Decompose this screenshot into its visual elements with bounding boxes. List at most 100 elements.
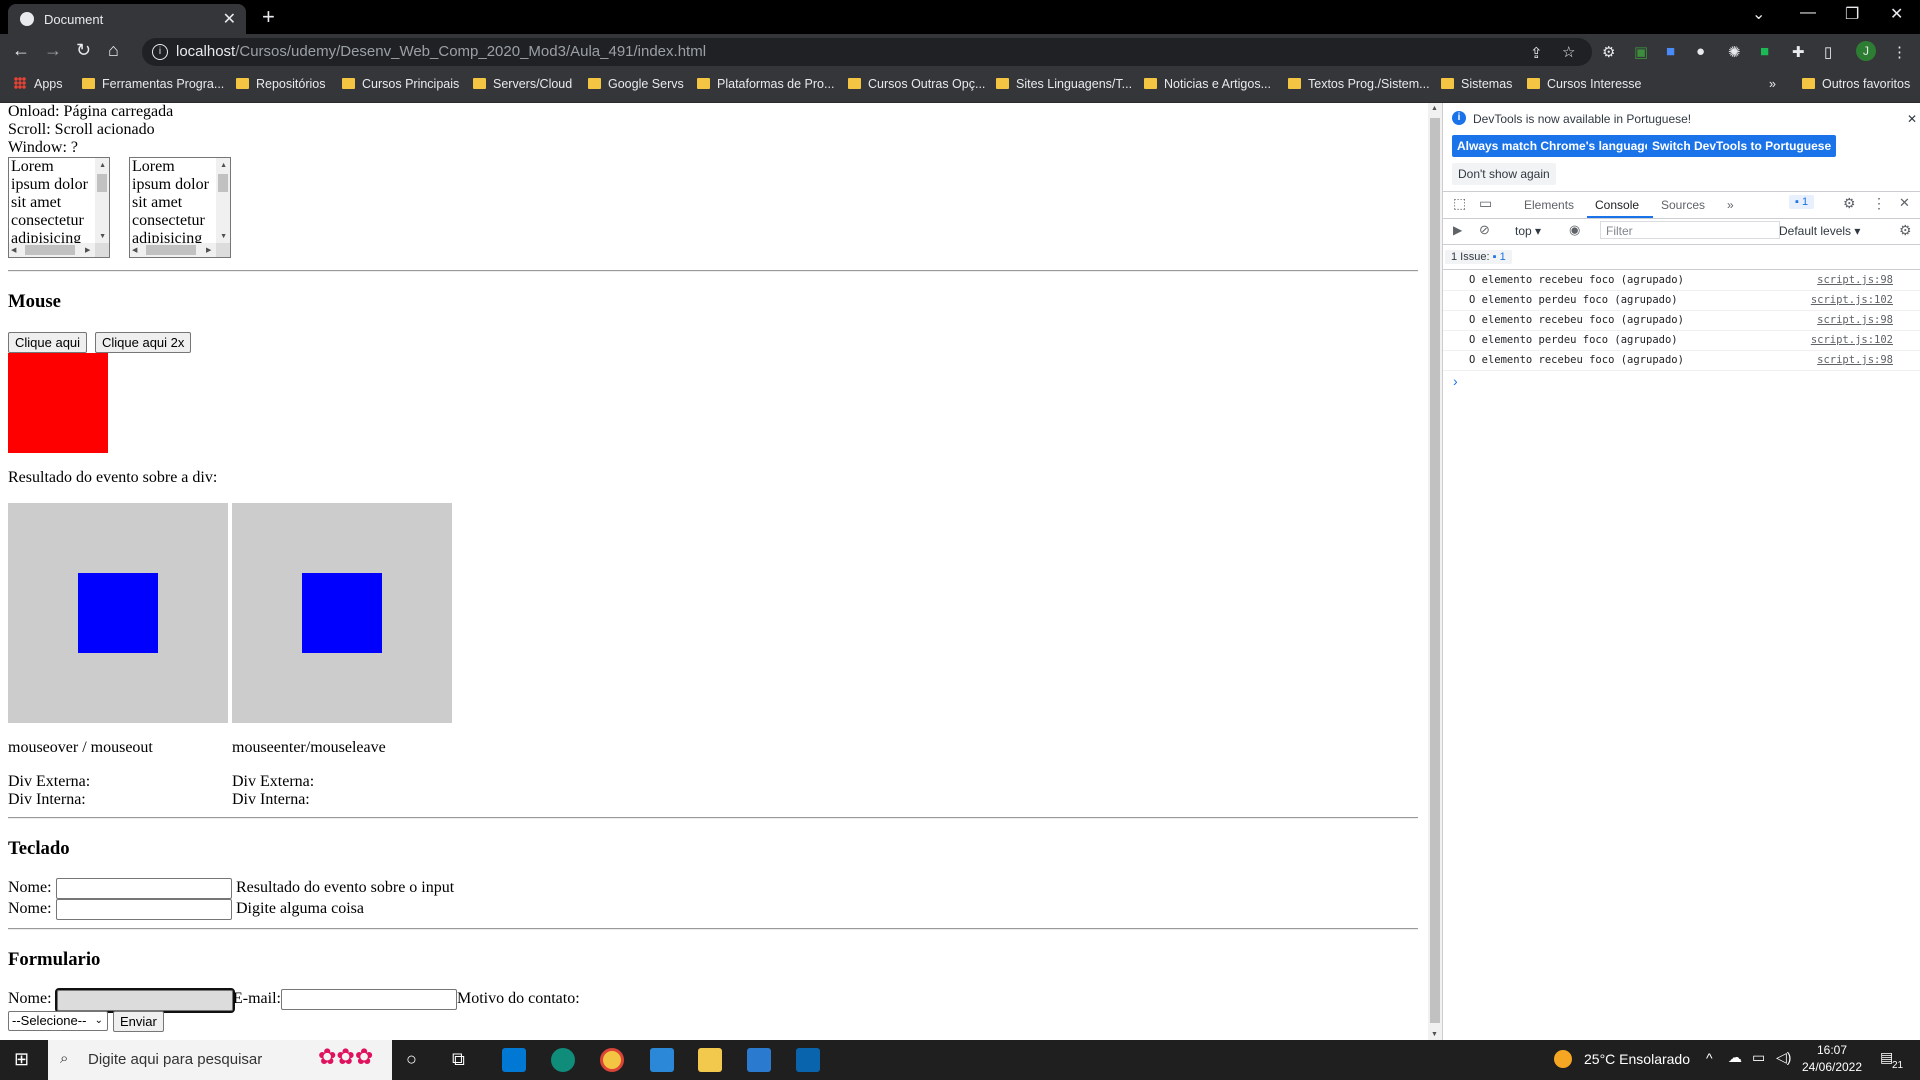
source-link[interactable]: script.js:102 xyxy=(1811,334,1893,346)
nome-input-2[interactable] xyxy=(56,899,232,920)
address-bar[interactable]: i localhost/Cursos/udemy/Desenv_Web_Comp… xyxy=(142,38,1592,66)
outer-div-mouseenter[interactable] xyxy=(232,503,452,723)
click-button[interactable]: Clique aqui xyxy=(8,332,88,353)
close-devtools-icon[interactable]: ✕ xyxy=(1899,195,1910,211)
bookmark-folder[interactable]: Cursos Outras Opç... xyxy=(848,77,985,91)
onedrive-cloud-icon[interactable]: ☁ xyxy=(1728,1049,1742,1066)
site-info-icon[interactable]: i xyxy=(152,44,168,60)
extensions-puzzle-icon[interactable]: ✚ xyxy=(1792,43,1808,61)
store-icon[interactable] xyxy=(502,1048,526,1072)
taskbar-search-box[interactable]: ⌕ Digite aqui para pesquisar ✿✿✿ xyxy=(48,1040,392,1080)
context-selector[interactable]: top ▾ xyxy=(1515,224,1541,238)
minimize-button[interactable]: — xyxy=(1800,4,1816,22)
double-click-button[interactable]: Clique aqui 2x xyxy=(95,332,192,353)
weather-sun-icon[interactable] xyxy=(1554,1050,1572,1068)
scroll-right-arrow-icon[interactable]: ▶ xyxy=(85,246,90,254)
settings-gear-icon[interactable]: ⚙ xyxy=(1843,195,1856,212)
bookmark-folder[interactable]: Servers/Cloud xyxy=(473,77,572,91)
scroll-right-arrow-icon[interactable]: ▶ xyxy=(206,246,211,254)
volume-icon[interactable]: ◁) xyxy=(1776,1049,1791,1066)
bookmark-star-icon[interactable]: ☆ xyxy=(1562,43,1578,61)
share-icon[interactable]: ⇪ xyxy=(1530,44,1546,62)
extension-react-icon[interactable]: ✺ xyxy=(1728,43,1744,61)
horizontal-scrollbar[interactable] xyxy=(9,243,95,257)
bookmark-apps[interactable]: Apps xyxy=(14,77,63,91)
page-scrollbar-thumb[interactable] xyxy=(1430,118,1440,1023)
device-toolbar-icon[interactable]: ▭ xyxy=(1479,195,1492,212)
extension-square-icon[interactable]: ■ xyxy=(1666,43,1682,60)
switch-language-button[interactable]: Switch DevTools to Portuguese xyxy=(1647,135,1837,157)
clock-date[interactable]: 24/06/2022 xyxy=(1800,1060,1864,1074)
form-email-input[interactable] xyxy=(281,989,457,1010)
new-tab-button[interactable]: + xyxy=(262,4,275,30)
horizontal-scrollbar[interactable] xyxy=(130,243,216,257)
tab-search-chevron-icon[interactable]: ⌄ xyxy=(1752,4,1765,24)
bookmark-folder[interactable]: Repositórios xyxy=(236,77,325,91)
issues-link[interactable]: 1 Issue: ▪ 1 xyxy=(1445,250,1512,264)
source-link[interactable]: script.js:98 xyxy=(1817,274,1893,286)
page-scrollbar[interactable]: ▲ ▼ xyxy=(1428,103,1442,1040)
bookmark-folder[interactable]: Sites Linguagens/T... xyxy=(996,77,1132,91)
reload-button[interactable]: ↻ xyxy=(76,40,91,61)
match-language-button[interactable]: Always match Chrome's language xyxy=(1452,135,1657,157)
side-panel-icon[interactable]: ▯ xyxy=(1824,43,1840,61)
scroll-left-arrow-icon[interactable]: ◀ xyxy=(11,246,16,254)
tab-sources[interactable]: Sources xyxy=(1661,198,1705,212)
scroll-up-arrow-icon[interactable]: ▲ xyxy=(99,161,106,169)
home-button[interactable]: ⌂ xyxy=(108,40,119,61)
bookmark-folder[interactable]: Ferramentas Progra... xyxy=(82,77,224,91)
outer-div-mouseover[interactable] xyxy=(8,503,228,723)
issues-badge[interactable]: ▪ 1 xyxy=(1789,195,1815,209)
close-banner-icon[interactable]: ✕ xyxy=(1907,112,1917,126)
vertical-scrollbar[interactable] xyxy=(216,158,230,243)
tab-document[interactable]: Document ✕ xyxy=(8,4,246,34)
devtools-menu-kebab-icon[interactable]: ⋮ xyxy=(1872,195,1886,212)
scroll-up-arrow-icon[interactable]: ▲ xyxy=(220,161,227,169)
tab-elements[interactable]: Elements xyxy=(1524,198,1574,212)
bookmark-folder[interactable]: Cursos Principais xyxy=(342,77,459,91)
cortana-circle-icon[interactable]: ○ xyxy=(406,1049,417,1070)
motivo-select[interactable]: --Selecione-- ⌄ xyxy=(8,1011,108,1031)
outlook-icon[interactable] xyxy=(796,1048,820,1072)
mail-icon[interactable] xyxy=(650,1048,674,1072)
dont-show-again-button[interactable]: Don't show again xyxy=(1452,163,1556,185)
console-settings-gear-icon[interactable]: ⚙ xyxy=(1899,222,1912,239)
bookmark-other-favorites[interactable]: Outros favoritos xyxy=(1802,77,1910,91)
scroll-up-arrow-icon[interactable]: ▲ xyxy=(1431,105,1438,112)
extension-circle-icon[interactable]: ● xyxy=(1696,43,1712,60)
bookmark-folder[interactable]: Sistemas xyxy=(1441,77,1512,91)
bookmark-folder[interactable]: Noticias e Artigos... xyxy=(1144,77,1271,91)
back-button[interactable]: ← xyxy=(12,40,30,61)
bookmark-folder[interactable]: Textos Prog./Sistem... xyxy=(1288,77,1430,91)
weather-text[interactable]: 25°C Ensolarado xyxy=(1584,1051,1690,1067)
extension-screenshot-icon[interactable]: ▣ xyxy=(1634,43,1650,61)
extension-gear-icon[interactable]: ⚙ xyxy=(1602,43,1618,61)
task-view-icon[interactable]: ⧉ xyxy=(452,1049,465,1070)
clock-time[interactable]: 16:07 xyxy=(1806,1043,1858,1057)
scroll-down-arrow-icon[interactable]: ▼ xyxy=(1431,1031,1438,1038)
forward-button[interactable]: → xyxy=(44,40,62,61)
sidebar-toggle-icon[interactable]: ▶ xyxy=(1453,223,1462,237)
scroll-down-arrow-icon[interactable]: ▼ xyxy=(220,232,227,240)
scroll-textarea-1[interactable]: Lorem ipsum dolor sit amet consectetur a… xyxy=(8,157,110,258)
tab-console[interactable]: Console xyxy=(1595,198,1639,212)
form-nome-input[interactable] xyxy=(55,988,235,1013)
scroll-left-arrow-icon[interactable]: ◀ xyxy=(132,246,137,254)
source-link[interactable]: script.js:98 xyxy=(1817,354,1893,366)
vertical-scrollbar[interactable] xyxy=(95,158,109,243)
bookmark-folder[interactable]: Google Servs xyxy=(588,77,684,91)
profile-avatar[interactable]: J xyxy=(1856,41,1876,61)
inner-div-mouseover[interactable] xyxy=(78,573,158,653)
bookmarks-overflow-button[interactable]: » xyxy=(1769,77,1776,91)
menu-kebab-icon[interactable]: ⋮ xyxy=(1892,43,1908,61)
nome-input-1[interactable] xyxy=(56,878,232,899)
inspect-element-icon[interactable]: ⬚ xyxy=(1453,195,1466,212)
source-link[interactable]: script.js:102 xyxy=(1811,294,1893,306)
edge-icon[interactable] xyxy=(551,1048,575,1072)
console-filter-input[interactable]: Filter xyxy=(1600,221,1780,239)
bookmark-folder[interactable]: Cursos Interesse xyxy=(1527,77,1641,91)
enviar-button[interactable]: Enviar xyxy=(113,1011,164,1032)
console-prompt[interactable]: › xyxy=(1453,373,1458,389)
log-levels-dropdown[interactable]: Default levels ▾ xyxy=(1779,224,1860,238)
tab-close-icon[interactable]: ✕ xyxy=(223,9,236,29)
